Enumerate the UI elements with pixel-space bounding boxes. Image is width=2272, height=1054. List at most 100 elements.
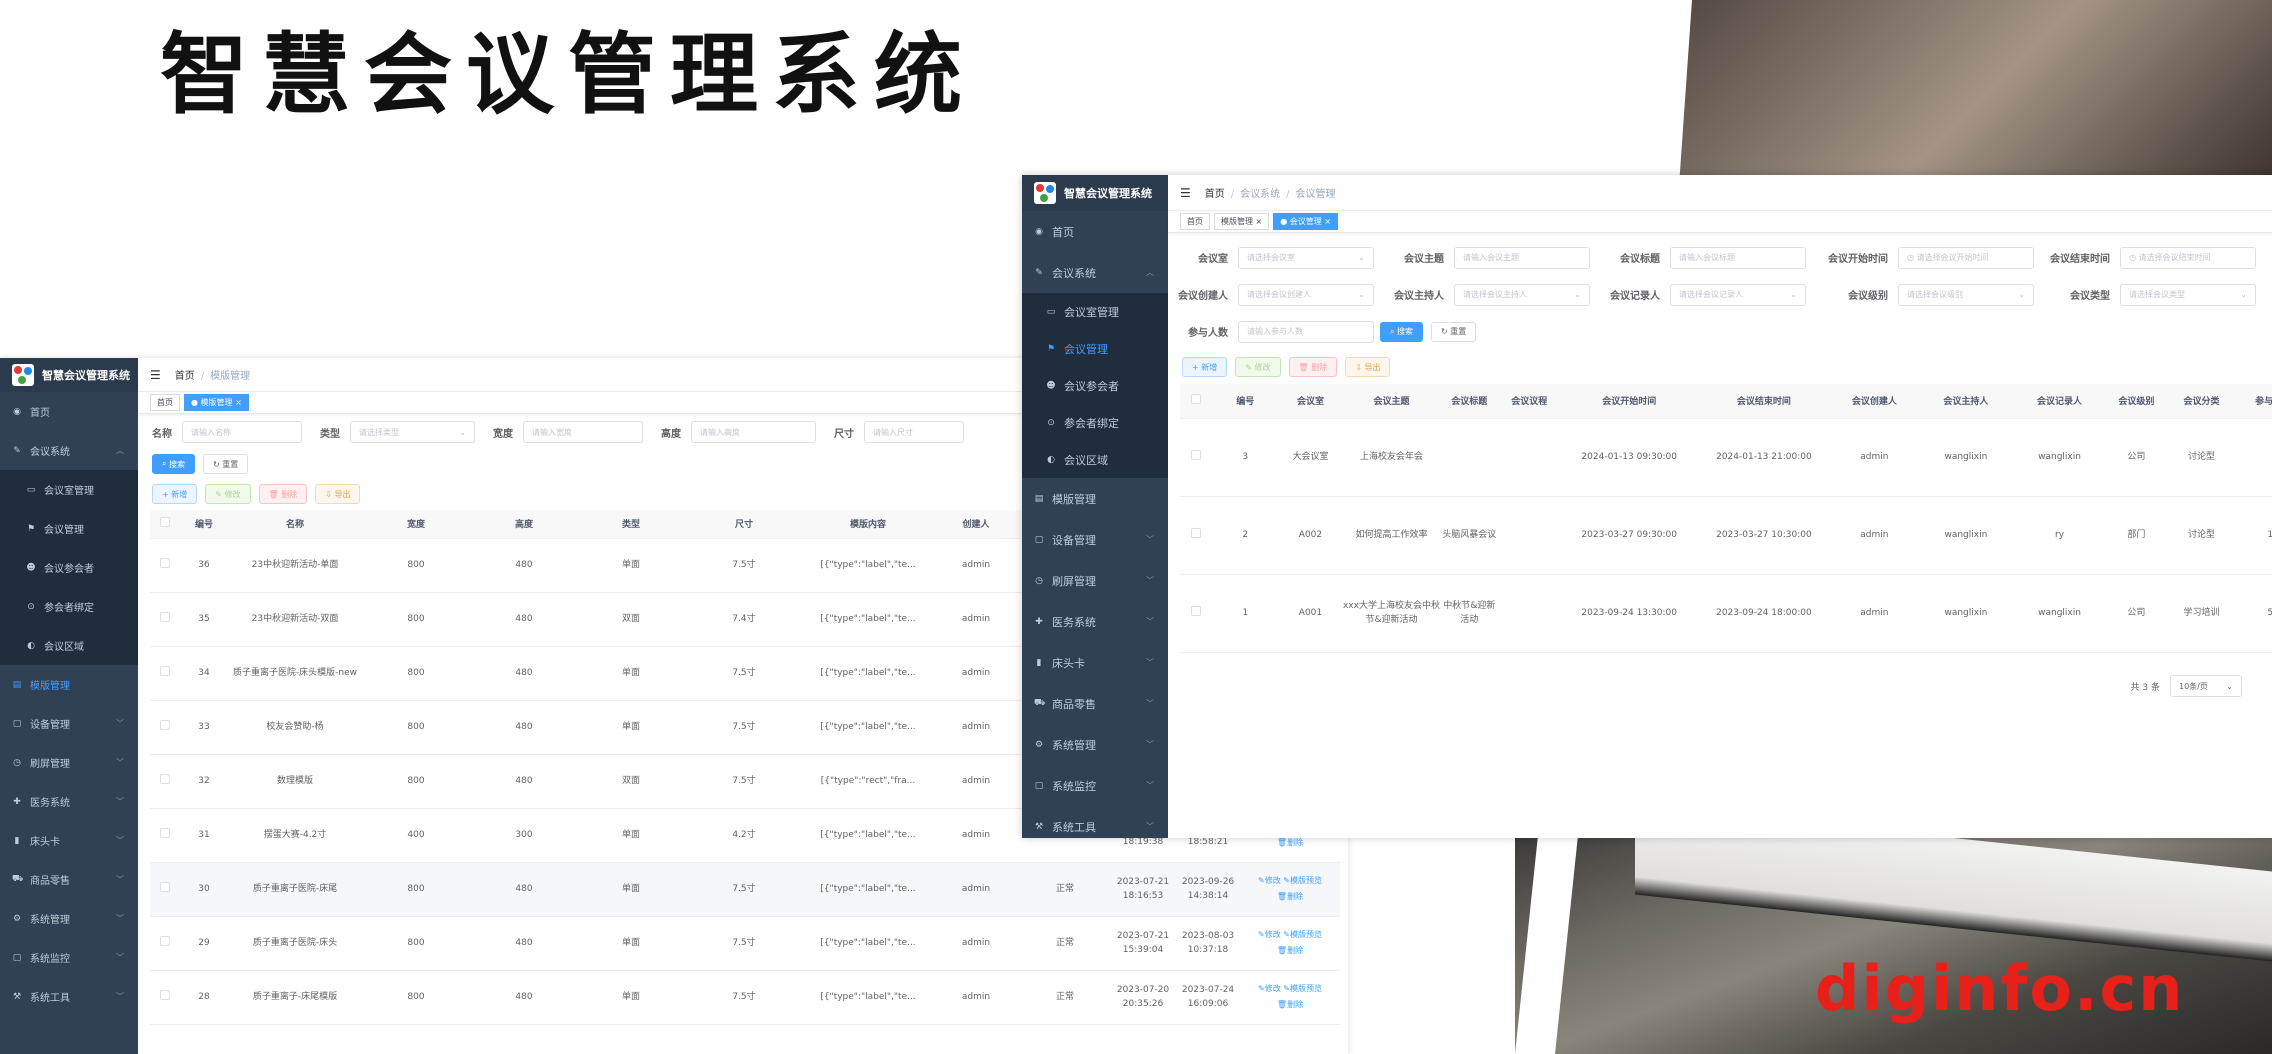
sidebar-item[interactable]: ⛟ 商品零售 ﹀	[0, 860, 138, 899]
delete-link[interactable]: 🗑删除	[1277, 946, 1303, 955]
form-input[interactable]: 请输入尺寸	[864, 421, 964, 443]
sidebar-item[interactable]: ◐ 会议区域	[0, 626, 138, 665]
sidebar-item[interactable]: ▢ 设备管理 ﹀	[0, 704, 138, 743]
form-input[interactable]: 请选择会议类型 ⌄	[2120, 283, 2256, 306]
sidebar-item[interactable]: ⚒ 系统工具 ﹀	[1022, 806, 1168, 838]
reset-button[interactable]: ↻ 重置	[203, 454, 249, 474]
form-input[interactable]: 请选择会议创建人 ⌄	[1238, 283, 1374, 306]
add-button[interactable]: + 新增	[1182, 357, 1228, 377]
row-checkbox[interactable]	[160, 557, 170, 568]
table-row[interactable]: 30 质子重离子医院-床尾 800 480 单面 7.5寸 [{"type":"label"…	[150, 862, 1340, 917]
reset-button[interactable]: ↻ 重置	[1431, 321, 1477, 342]
preview-link[interactable]: ✎模版预览	[1283, 984, 1322, 993]
breadcrumb-home[interactable]: 首页	[175, 371, 195, 382]
sidebar-item[interactable]: ⚑ 会议管理	[1022, 330, 1168, 367]
sidebar-item[interactable]: ✚ 医务系统 ﹀	[0, 782, 138, 821]
delete-link[interactable]: 🗑删除	[1277, 892, 1303, 901]
edit-button[interactable]: ✎ 修改	[205, 484, 251, 504]
form-input[interactable]: 请输入高度	[691, 421, 816, 443]
table-row[interactable]: 2 A002 如何提高工作效率 头脑风暴会议 2023-03-27 09:30:00 20…	[1180, 496, 2272, 575]
edit-link[interactable]: ✎修改	[1258, 930, 1281, 939]
table-row[interactable]: 29 质子重离子医院-床头 800 480 单面 7.5寸 [{"type":"label"…	[150, 916, 1340, 971]
sidebar-item[interactable]: ▢ 系统监控 ﹀	[0, 938, 138, 977]
select-all-checkbox[interactable]	[1190, 394, 1201, 405]
form-input[interactable]: 请选择会议室 ⌄	[1238, 246, 1374, 269]
edit-button[interactable]: ✎ 修改	[1235, 357, 1281, 377]
sidebar-item[interactable]: ◐ 会议区域	[1022, 441, 1168, 478]
hamburger-icon[interactable]: ☰	[1180, 186, 1191, 200]
edit-link[interactable]: ✎修改	[1258, 876, 1281, 885]
hamburger-icon[interactable]: ☰	[150, 368, 161, 382]
sidebar-item[interactable]: ⚑ 会议管理	[0, 509, 138, 548]
sidebar-item[interactable]: ▤ 模版管理	[0, 665, 138, 704]
sidebar-item[interactable]: ☻ 会议参会者	[1022, 367, 1168, 404]
form-input[interactable]: ◷ 请选择会议开始时间	[1898, 246, 2034, 269]
sidebar-item[interactable]: ⚙ 系统管理 ﹀	[1022, 724, 1168, 765]
tag-current[interactable]: ● 模版管理 ×	[184, 394, 249, 411]
export-button[interactable]: ⇩ 导出	[315, 484, 361, 504]
row-checkbox[interactable]	[160, 989, 170, 1000]
form-input[interactable]: 请输入参与人数	[1238, 320, 1374, 343]
sidebar-item[interactable]: ✎ 会议系统 ︿	[0, 431, 138, 470]
select-all-checkbox[interactable]	[160, 517, 170, 528]
search-button[interactable]: ⌕ 搜索	[152, 454, 196, 474]
search-button[interactable]: ⌕ 搜索	[1380, 321, 1424, 342]
row-checkbox[interactable]	[1190, 605, 1201, 616]
form-input[interactable]: 请选择会议主持人 ⌄	[1454, 283, 1590, 306]
sidebar-item[interactable]: ▢ 系统监控 ﹀	[1022, 765, 1168, 806]
form-input[interactable]: 请输入名称	[182, 421, 302, 443]
breadcrumb-home[interactable]: 首页	[1205, 189, 1225, 200]
form-input[interactable]: 请输入会议标题	[1670, 246, 1806, 269]
sidebar-item[interactable]: ◉ 首页	[0, 392, 138, 431]
edit-link[interactable]: ✎修改	[1258, 984, 1281, 993]
form-input[interactable]: 请选择会议级别 ⌄	[1898, 283, 2034, 306]
sidebar-item[interactable]: ◷ 刷屏管理 ﹀	[1022, 560, 1168, 601]
sidebar-item[interactable]: ⚒ 系统工具 ﹀	[0, 977, 138, 1016]
form-input[interactable]: 请选择会议记录人 ⌄	[1670, 283, 1806, 306]
row-checkbox[interactable]	[1190, 449, 1201, 460]
sidebar-item[interactable]: ▭ 会议室管理	[0, 470, 138, 509]
sidebar-item[interactable]: ▤ 模版管理	[1022, 478, 1168, 519]
sidebar-item[interactable]: ✎ 会议系统 ︿	[1022, 252, 1168, 293]
sidebar-item[interactable]: ▮ 床头卡 ﹀	[0, 821, 138, 860]
delete-button[interactable]: 🗑 删除	[1288, 357, 1338, 377]
delete-button[interactable]: 🗑 删除	[258, 484, 308, 504]
tag-template[interactable]: 模版管理 ×	[1214, 213, 1270, 230]
tag-home[interactable]: 首页	[1180, 213, 1210, 230]
row-checkbox[interactable]	[1190, 527, 1201, 538]
tag-current[interactable]: ● 会议管理 ×	[1273, 213, 1339, 230]
sidebar-item[interactable]: ⛟ 商品零售 ﹀	[1022, 683, 1168, 724]
sidebar-item[interactable]: ⊙ 参会者绑定	[0, 587, 138, 626]
row-checkbox[interactable]	[160, 773, 170, 784]
table-row[interactable]: 1 A001 xxx大学上海校友会中秋节&迎新活动 中秋节&迎新活动 2023-09-2…	[1180, 574, 2272, 653]
export-button[interactable]: ⇩ 导出	[1345, 357, 1391, 377]
sidebar-item[interactable]: ⚙ 系统管理 ﹀	[0, 899, 138, 938]
sidebar-item[interactable]: ▭ 会议室管理	[1022, 293, 1168, 330]
sidebar-item[interactable]: ⊙ 参会者绑定	[1022, 404, 1168, 441]
sidebar-logo[interactable]: 智慧会议管理系统	[0, 358, 138, 392]
sidebar-item[interactable]: ☻ 会议参会者	[0, 548, 138, 587]
preview-link[interactable]: ✎模版预览	[1283, 876, 1322, 885]
table-row[interactable]: 28 质子重离子-床尾模版 800 480 单面 7.5寸 [{"type":"label"…	[150, 970, 1340, 1025]
sidebar-item[interactable]: ✚ 医务系统 ﹀	[1022, 601, 1168, 642]
page-size-select[interactable]: 10条/页 ⌄	[2170, 675, 2242, 697]
sidebar-item[interactable]: ◉ 首页	[1022, 211, 1168, 252]
form-input[interactable]: 请输入宽度	[523, 421, 643, 443]
row-checkbox[interactable]	[160, 611, 170, 622]
sidebar-item[interactable]: ◷ 刷屏管理 ﹀	[0, 743, 138, 782]
delete-link[interactable]: 🗑删除	[1277, 838, 1303, 847]
row-checkbox[interactable]	[160, 881, 170, 892]
form-input[interactable]: ◷ 请选择会议结束时间	[2120, 246, 2256, 269]
row-checkbox[interactable]	[160, 665, 170, 676]
tag-home[interactable]: 首页	[150, 394, 180, 411]
row-checkbox[interactable]	[160, 827, 170, 838]
sidebar-item[interactable]: ▢ 设备管理 ﹀	[1022, 519, 1168, 560]
sidebar-logo[interactable]: 智慧会议管理系统	[1022, 175, 1168, 211]
preview-link[interactable]: ✎模版预览	[1283, 930, 1322, 939]
row-checkbox[interactable]	[160, 935, 170, 946]
row-checkbox[interactable]	[160, 719, 170, 730]
add-button[interactable]: + 新增	[152, 484, 198, 504]
form-input[interactable]: 请选择类型 ⌄	[350, 421, 475, 443]
sidebar-item[interactable]: ▮ 床头卡 ﹀	[1022, 642, 1168, 683]
delete-link[interactable]: 🗑删除	[1277, 1000, 1303, 1009]
